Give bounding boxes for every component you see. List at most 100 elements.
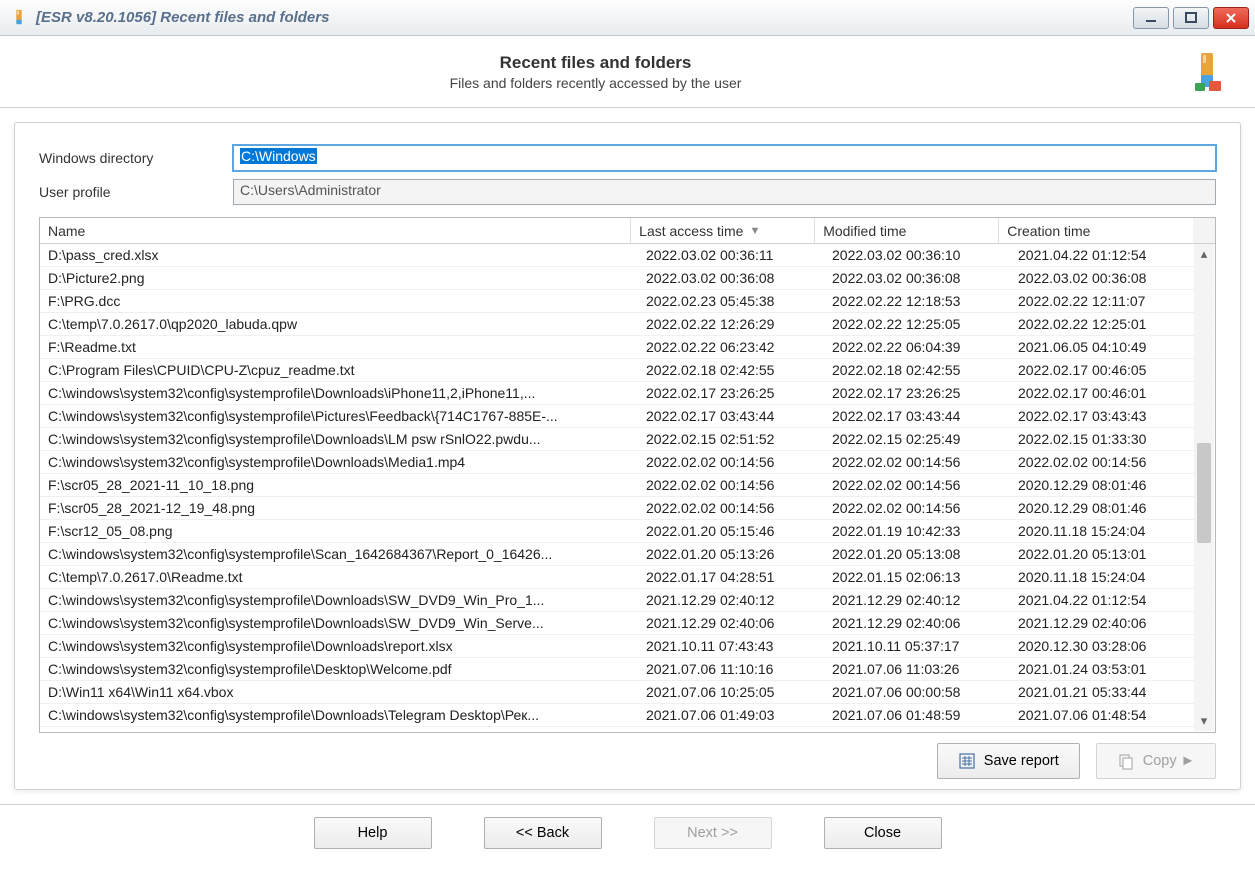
cell-modified: 2021.07.06 11:03:26 bbox=[824, 660, 1010, 678]
cell-creation: 2021.01.21 05:33:44 bbox=[1010, 683, 1206, 701]
cell-name: F:\scr05_28_2021-12_19_48.png bbox=[40, 499, 638, 517]
cell-last-access: 2022.02.17 03:43:44 bbox=[638, 407, 824, 425]
cell-name: F:\scr12_05_08.png bbox=[40, 522, 638, 540]
table-row[interactable]: F:\scr12_05_08.png2022.01.20 05:15:46202… bbox=[40, 520, 1215, 543]
cell-creation: 2021.04.22 01:12:54 bbox=[1010, 246, 1206, 264]
table-row[interactable]: D:\Win11 x64\Win11 x64.vbox2021.07.06 10… bbox=[40, 681, 1215, 704]
table-row[interactable]: F:\scr05_28_2021-12_19_48.png2022.02.02 … bbox=[40, 497, 1215, 520]
scroll-down-button[interactable]: ▾ bbox=[1194, 711, 1214, 731]
table-row[interactable]: C:\windows\system32\config\systemprofile… bbox=[40, 382, 1215, 405]
cell-modified: 2021.12.29 02:40:06 bbox=[824, 614, 1010, 632]
cell-modified: 2022.01.19 10:42:33 bbox=[824, 522, 1010, 540]
cell-creation: 2020.12.29 08:01:46 bbox=[1010, 499, 1206, 517]
help-button[interactable]: Help bbox=[314, 817, 432, 849]
cell-name: C:\windows\system32\config\systemprofile… bbox=[40, 614, 638, 632]
table-row[interactable]: C:\windows\system32\config\systemprofile… bbox=[40, 543, 1215, 566]
cell-creation: 2021.12.29 02:40:06 bbox=[1010, 614, 1206, 632]
user-profile-input[interactable]: C:\Users\Administrator bbox=[233, 179, 1216, 205]
cell-name: C:\temp\7.0.2617.0\qp2020_labuda.qpw bbox=[40, 315, 638, 333]
close-window-button[interactable] bbox=[1213, 7, 1249, 29]
cell-creation: 2020.11.18 15:24:04 bbox=[1010, 568, 1206, 586]
table-row[interactable]: D:\pass_cred.xlsx2022.03.02 00:36:112022… bbox=[40, 244, 1215, 267]
table-row[interactable]: C:\windows\system32\config\systemprofile… bbox=[40, 704, 1215, 727]
cell-creation: 2021.07.06 01:48:54 bbox=[1010, 706, 1206, 724]
cell-creation: 2022.02.22 12:11:07 bbox=[1010, 292, 1206, 310]
table-row[interactable]: C:\windows\system32\config\systemprofile… bbox=[40, 451, 1215, 474]
cell-creation: 2022.02.15 01:33:30 bbox=[1010, 430, 1206, 448]
cell-creation: 2021.01.24 03:53:01 bbox=[1010, 660, 1206, 678]
cell-last-access: 2022.02.22 12:26:29 bbox=[638, 315, 824, 333]
scrollbar-thumb[interactable] bbox=[1197, 443, 1211, 543]
action-bar: Save report Copy ► bbox=[39, 743, 1216, 779]
app-icon bbox=[10, 9, 28, 27]
product-logo-icon bbox=[1191, 51, 1225, 93]
cell-name: C:\windows\system32\config\systemprofile… bbox=[40, 660, 638, 678]
cell-modified: 2022.01.20 05:13:08 bbox=[824, 545, 1010, 563]
cell-modified: 2022.02.22 12:18:53 bbox=[824, 292, 1010, 310]
cell-name: D:\Picture2.png bbox=[40, 269, 638, 287]
cell-creation: 2022.01.20 05:13:01 bbox=[1010, 545, 1206, 563]
cell-name: C:\windows\system32\config\systemprofile… bbox=[40, 706, 638, 724]
cell-name: C:\windows\system32\config\systemprofile… bbox=[40, 591, 638, 609]
maximize-button[interactable] bbox=[1173, 7, 1209, 29]
table-row[interactable]: D:\Picture2.png2022.03.02 00:36:082022.0… bbox=[40, 267, 1215, 290]
table-row[interactable]: F:\Readme.txt2022.02.22 06:23:422022.02.… bbox=[40, 336, 1215, 359]
windows-directory-input[interactable]: C:\Windows bbox=[233, 145, 1216, 171]
table-row[interactable]: F:\scr05_28_2021-11_10_18.png2022.02.02 … bbox=[40, 474, 1215, 497]
table-row[interactable]: F:\PRG.dcc2022.02.23 05:45:382022.02.22 … bbox=[40, 290, 1215, 313]
cell-last-access: 2021.07.06 11:10:16 bbox=[638, 660, 824, 678]
cell-last-access: 2022.02.17 23:26:25 bbox=[638, 384, 824, 402]
cell-modified: 2022.03.02 00:36:08 bbox=[824, 269, 1010, 287]
page-subtitle: Files and folders recently accessed by t… bbox=[0, 75, 1191, 91]
close-button[interactable]: Close bbox=[824, 817, 942, 849]
cell-name: C:\windows\system32\config\systemprofile… bbox=[40, 384, 638, 402]
cell-creation: 2021.04.22 01:12:54 bbox=[1010, 591, 1206, 609]
user-profile-label: User profile bbox=[39, 184, 233, 200]
table-row[interactable]: C:\windows\system32\config\systemprofile… bbox=[40, 428, 1215, 451]
table-row[interactable]: C:\windows\system32\config\systemprofile… bbox=[40, 405, 1215, 428]
cell-creation: 2020.11.18 15:24:04 bbox=[1010, 522, 1206, 540]
cell-name: C:\windows\system32\config\systemprofile… bbox=[40, 637, 638, 655]
cell-modified: 2022.03.02 00:36:10 bbox=[824, 246, 1010, 264]
table-row[interactable]: C:\temp\7.0.2617.0\qp2020_labuda.qpw2022… bbox=[40, 313, 1215, 336]
column-header-modified[interactable]: Modified time bbox=[815, 218, 999, 243]
cell-modified: 2021.07.06 01:14:25 bbox=[824, 729, 1010, 732]
table-row[interactable]: C:\windows\system32\config\systemprofile… bbox=[40, 635, 1215, 658]
cell-last-access: 2021.10.11 07:43:43 bbox=[638, 637, 824, 655]
cell-name: C:\windows\system32\config\systemprofile… bbox=[40, 407, 638, 425]
column-header-creation[interactable]: Creation time bbox=[999, 218, 1193, 243]
content-panel: Windows directory C:\Windows User profil… bbox=[14, 122, 1241, 790]
table-row[interactable]: C:\Program Files\CPUID\CPU-Z\cpuz_readme… bbox=[40, 359, 1215, 382]
table-row[interactable]: C:\windows\system32\config\systemprofile… bbox=[40, 589, 1215, 612]
minimize-button[interactable] bbox=[1133, 7, 1169, 29]
sort-descending-icon: ▼ bbox=[749, 225, 760, 237]
cell-name: C:\windows\system32\config\systemprofile… bbox=[40, 453, 638, 471]
cell-last-access: 2022.02.23 05:45:38 bbox=[638, 292, 824, 310]
cell-name: C:\windows\system32\config\systemprofile… bbox=[40, 430, 638, 448]
cell-modified: 2022.02.18 02:42:55 bbox=[824, 361, 1010, 379]
back-button[interactable]: << Back bbox=[484, 817, 602, 849]
column-header-name[interactable]: Name bbox=[40, 218, 631, 243]
cell-last-access: 2022.02.15 02:51:52 bbox=[638, 430, 824, 448]
titlebar: [ESR v8.20.1056] Recent files and folder… bbox=[0, 0, 1255, 36]
cell-creation: 2022.02.02 00:14:56 bbox=[1010, 453, 1206, 471]
cell-name: F:\scr05_28_2021-11_10_18.png bbox=[40, 476, 638, 494]
table-header: Name Last access time▼ Modified time Cre… bbox=[40, 218, 1215, 244]
save-report-button[interactable]: Save report bbox=[937, 743, 1080, 779]
vertical-scrollbar[interactable]: ▴ ▾ bbox=[1194, 244, 1214, 731]
cell-last-access: 2022.02.02 00:14:56 bbox=[638, 499, 824, 517]
cell-last-access: 2022.01.20 05:13:26 bbox=[638, 545, 824, 563]
next-button: Next >> bbox=[654, 817, 772, 849]
cell-creation: 2022.02.17 00:46:05 bbox=[1010, 361, 1206, 379]
scroll-up-button[interactable]: ▴ bbox=[1194, 244, 1214, 264]
cell-last-access: 2022.01.17 04:28:51 bbox=[638, 568, 824, 586]
table-row[interactable]: C:\windows\system32\config\systemprofile… bbox=[40, 612, 1215, 635]
cell-last-access: 2022.02.02 00:14:56 bbox=[638, 453, 824, 471]
cell-modified: 2022.02.22 12:25:05 bbox=[824, 315, 1010, 333]
table-row[interactable]: C:\windows\system32\config\systemprofile… bbox=[40, 658, 1215, 681]
column-header-last-access[interactable]: Last access time▼ bbox=[631, 218, 815, 243]
table-row[interactable]: C:\windows\system32\config\systemprofile… bbox=[40, 727, 1215, 732]
table-row[interactable]: C:\temp\7.0.2617.0\Readme.txt2022.01.17 … bbox=[40, 566, 1215, 589]
files-table: Name Last access time▼ Modified time Cre… bbox=[39, 217, 1216, 733]
report-icon bbox=[958, 752, 976, 770]
